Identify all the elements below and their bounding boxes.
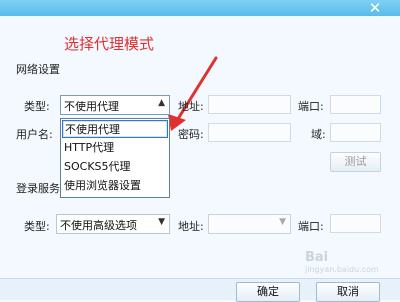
login-port-field[interactable] [330, 214, 381, 233]
watermark-logo: Bai jingyan.baidu.com [305, 250, 397, 276]
username-label: 用户名: [16, 128, 53, 141]
test-button[interactable]: 测试 [330, 152, 381, 172]
password-field[interactable] [208, 123, 291, 142]
network-section-title: 网络设置 [16, 63, 60, 76]
watermark-line1: Bai [305, 250, 329, 265]
login-type-value: 不使用高级选项 [60, 219, 137, 232]
proxy-port-field[interactable] [330, 95, 381, 114]
login-address-label: 地址: [178, 220, 204, 233]
ok-button[interactable]: 确定 [236, 282, 300, 302]
proxy-type-select[interactable]: 不使用代理 ▲ [60, 95, 170, 115]
chevron-down-icon: ▼ [158, 217, 165, 227]
proxy-address-label: 地址: [178, 100, 204, 113]
proxy-address-field[interactable] [208, 95, 291, 114]
proxy-type-value: 不使用代理 [64, 100, 119, 113]
dropdown-option[interactable]: 使用浏览器设置 [62, 177, 168, 195]
proxy-type-label: 类型: [24, 100, 50, 113]
login-section-title: 登录服务 [16, 182, 60, 195]
proxy-type-dropdown: 不使用代理 HTTP代理 SOCKS5代理 使用浏览器设置 [60, 118, 170, 198]
cancel-button[interactable]: 取消 [316, 282, 380, 302]
watermark-line2: jingyan.baidu.com [305, 265, 379, 274]
proxy-port-label: 端口: [298, 100, 324, 113]
login-type-label: 类型: [24, 220, 50, 233]
domain-field[interactable] [330, 123, 381, 142]
dropdown-option[interactable]: 不使用代理 [62, 120, 168, 138]
password-label: 密码: [178, 128, 204, 141]
login-port-label: 端口: [298, 220, 324, 233]
login-type-select[interactable]: 不使用高级选项 ▼ [56, 214, 170, 234]
chevron-down-icon: ▼ [279, 217, 286, 227]
chevron-down-icon: ▲ [158, 98, 165, 108]
dropdown-option[interactable]: SOCKS5代理 [62, 158, 168, 176]
login-address-select[interactable]: ▼ [208, 214, 291, 234]
domain-label: 域: [311, 128, 326, 141]
dropdown-option[interactable]: HTTP代理 [62, 139, 168, 157]
